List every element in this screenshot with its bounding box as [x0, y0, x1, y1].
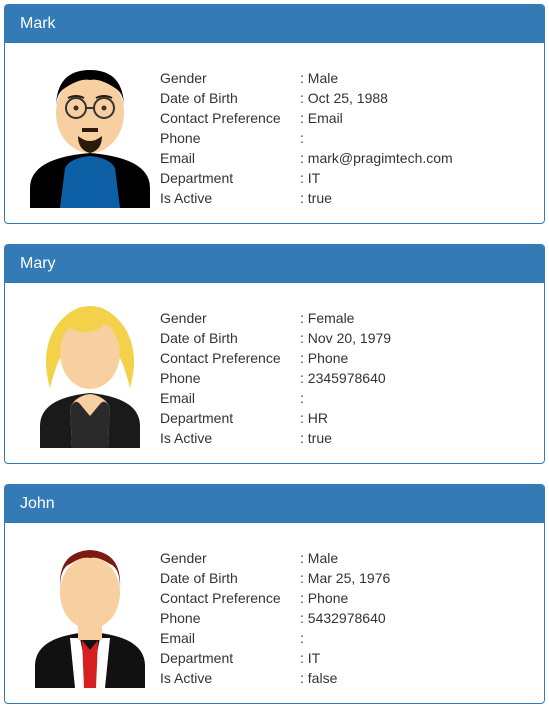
- employee-name: Mary: [20, 255, 56, 272]
- value-email: :: [300, 388, 529, 408]
- avatar-image-mark: [20, 58, 160, 208]
- avatar-image-mary: [20, 298, 160, 448]
- label-phone: Phone: [160, 368, 300, 388]
- employee-panel: Mary Gender Date of Birth Contact Prefer…: [4, 244, 545, 464]
- value-contact-preference: : Email: [300, 108, 529, 128]
- panel-body: Gender Date of Birth Contact Preference …: [5, 523, 544, 703]
- employee-panel: Mark Gender Date o: [4, 4, 545, 224]
- avatar: [20, 298, 160, 448]
- details: Gender Date of Birth Contact Preference …: [160, 298, 529, 448]
- value-email: : mark@pragimtech.com: [300, 148, 529, 168]
- value-dob: : Nov 20, 1979: [300, 328, 529, 348]
- details: Gender Date of Birth Contact Preference …: [160, 58, 529, 208]
- details: Gender Date of Birth Contact Preference …: [160, 538, 529, 688]
- label-is-active: Is Active: [160, 668, 300, 688]
- values-column: : Male : Mar 25, 1976 : Phone : 54329786…: [300, 548, 529, 688]
- value-email: :: [300, 628, 529, 648]
- panel-heading: Mark: [5, 5, 544, 43]
- value-department: : IT: [300, 168, 529, 188]
- avatar: [20, 58, 160, 208]
- value-phone: :: [300, 128, 529, 148]
- label-contact-preference: Contact Preference: [160, 588, 300, 608]
- panel-heading: Mary: [5, 245, 544, 283]
- value-phone: : 2345978640: [300, 368, 529, 388]
- label-gender: Gender: [160, 68, 300, 88]
- value-department: : HR: [300, 408, 529, 428]
- label-email: Email: [160, 148, 300, 168]
- panel-heading: John: [5, 485, 544, 523]
- labels-column: Gender Date of Birth Contact Preference …: [160, 548, 300, 688]
- value-dob: : Oct 25, 1988: [300, 88, 529, 108]
- value-contact-preference: : Phone: [300, 348, 529, 368]
- value-is-active: : false: [300, 668, 529, 688]
- values-column: : Female : Nov 20, 1979 : Phone : 234597…: [300, 308, 529, 448]
- value-department: : IT: [300, 648, 529, 668]
- label-email: Email: [160, 628, 300, 648]
- avatar: [20, 538, 160, 688]
- value-contact-preference: : Phone: [300, 588, 529, 608]
- employee-name: Mark: [20, 15, 56, 32]
- label-is-active: Is Active: [160, 188, 300, 208]
- label-department: Department: [160, 648, 300, 668]
- label-gender: Gender: [160, 548, 300, 568]
- value-is-active: : true: [300, 188, 529, 208]
- label-dob: Date of Birth: [160, 328, 300, 348]
- label-dob: Date of Birth: [160, 88, 300, 108]
- employee-panel: John Gender Date of Birth Contact Prefer…: [4, 484, 545, 704]
- value-gender: : Male: [300, 68, 529, 88]
- labels-column: Gender Date of Birth Contact Preference …: [160, 68, 300, 208]
- employee-name: John: [20, 495, 55, 512]
- label-phone: Phone: [160, 608, 300, 628]
- label-gender: Gender: [160, 308, 300, 328]
- panel-body: Gender Date of Birth Contact Preference …: [5, 43, 544, 223]
- label-contact-preference: Contact Preference: [160, 108, 300, 128]
- label-department: Department: [160, 168, 300, 188]
- value-is-active: : true: [300, 428, 529, 448]
- label-email: Email: [160, 388, 300, 408]
- label-dob: Date of Birth: [160, 568, 300, 588]
- value-gender: : Male: [300, 548, 529, 568]
- label-phone: Phone: [160, 128, 300, 148]
- label-department: Department: [160, 408, 300, 428]
- panel-body: Gender Date of Birth Contact Preference …: [5, 283, 544, 463]
- avatar-image-john: [20, 538, 160, 688]
- label-contact-preference: Contact Preference: [160, 348, 300, 368]
- value-dob: : Mar 25, 1976: [300, 568, 529, 588]
- value-gender: : Female: [300, 308, 529, 328]
- values-column: : Male : Oct 25, 1988 : Email : : mark@p…: [300, 68, 529, 208]
- label-is-active: Is Active: [160, 428, 300, 448]
- value-phone: : 5432978640: [300, 608, 529, 628]
- labels-column: Gender Date of Birth Contact Preference …: [160, 308, 300, 448]
